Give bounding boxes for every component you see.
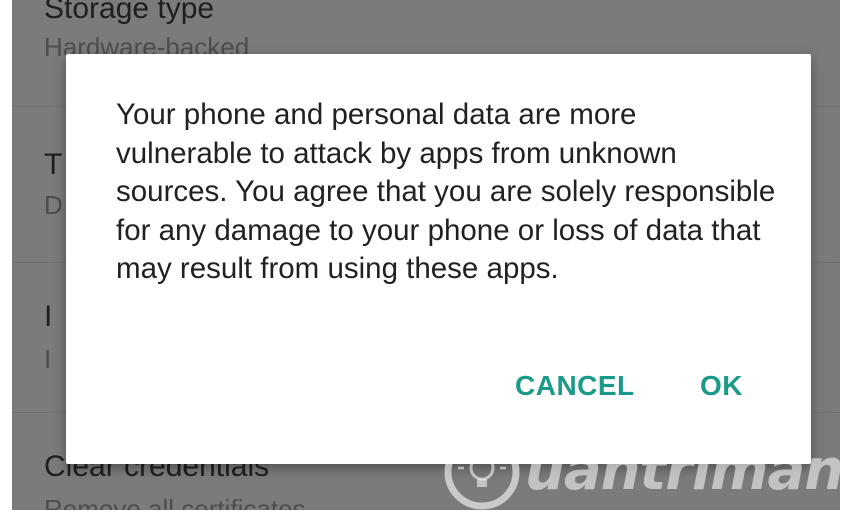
- pref-summary: D: [44, 190, 63, 220]
- watermark-text: uantrimang: [525, 438, 852, 503]
- dialog-message: Your phone and personal data are more vu…: [116, 98, 776, 285]
- pref-title: T: [44, 148, 63, 181]
- cancel-button[interactable]: CANCEL: [515, 370, 635, 402]
- watermark: uantrimang: [440, 430, 852, 510]
- lightbulb-icon: [440, 430, 524, 515]
- pref-summary: Remove all certificates: [44, 494, 306, 510]
- pref-title: I: [44, 300, 53, 333]
- unknown-sources-warning-dialog: Your phone and personal data are more vu…: [66, 54, 811, 464]
- pref-title: Storage type: [44, 0, 215, 25]
- pref-summary: I: [44, 344, 52, 374]
- ok-button[interactable]: OK: [700, 370, 743, 402]
